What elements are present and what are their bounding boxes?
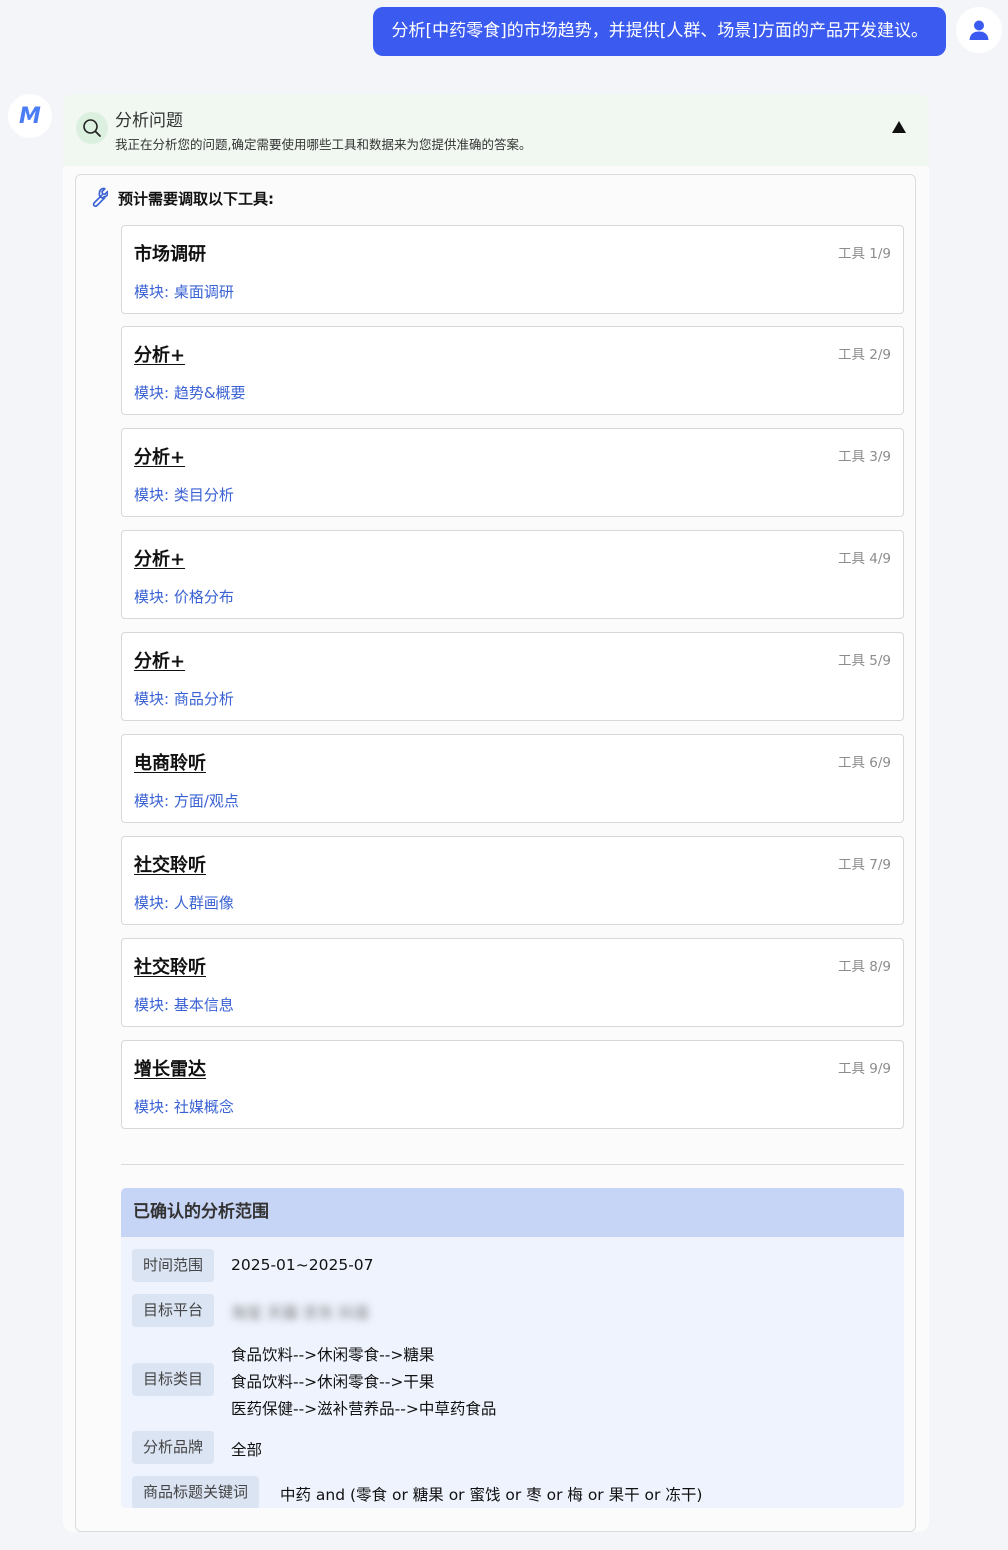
tool-card[interactable]: 增长雷达 模块: 社媒概念 工具 9/9 <box>121 1040 904 1129</box>
tool-index: 工具 6/9 <box>837 755 891 771</box>
time-range-value: 2025-01~2025-07 <box>231 1256 374 1274</box>
tool-index: 工具 8/9 <box>837 959 891 975</box>
assistant-avatar: M <box>8 94 52 138</box>
category-value: 食品饮料-->休闲零食-->干果 <box>231 1373 435 1391</box>
keyword-value: 中药 and (零食 or 糖果 or 蜜饯 or 枣 or 梅 or 果干 o… <box>280 1486 703 1504</box>
tool-card[interactable]: 电商聆听 模块: 方面/观点 工具 6/9 <box>121 734 904 823</box>
tool-index: 工具 1/9 <box>837 246 891 262</box>
tools-panel: 预计需要调取以下工具: 市场调研 模块: 桌面调研 工具 1/9 分析+ 模块:… <box>75 174 916 1532</box>
tool-module: 模块: 商品分析 <box>134 690 234 708</box>
user-message-bubble: 分析[中药零食]的市场趋势，并提供[人群、场景]方面的产品开发建议。 <box>373 7 946 56</box>
user-avatar[interactable] <box>956 7 1002 53</box>
wrench-icon <box>92 187 108 207</box>
category-value: 食品饮料-->休闲零食-->糖果 <box>231 1346 435 1364</box>
analysis-subtitle: 我正在分析您的问题,确定需要使用哪些工具和数据来为您提供准确的答案。 <box>115 137 532 152</box>
tool-name[interactable]: 分析+ <box>134 341 185 367</box>
user-icon <box>969 20 989 40</box>
tool-name[interactable]: 社交聆听 <box>134 953 206 979</box>
scope-title: 已确认的分析范围 <box>121 1188 904 1237</box>
tool-name[interactable]: 分析+ <box>134 647 185 673</box>
tool-index: 工具 4/9 <box>837 551 891 567</box>
tool-module: 模块: 基本信息 <box>134 996 234 1014</box>
keyword-label: 商品标题关键词 <box>132 1476 260 1508</box>
confirmed-scope: 已确认的分析范围 时间范围 2025-01~2025-07 目标平台 淘宝 天猫… <box>121 1188 904 1508</box>
tool-card[interactable]: 社交聆听 模块: 基本信息 工具 8/9 <box>121 938 904 1027</box>
brand-value: 全部 <box>231 1441 263 1459</box>
search-icon <box>83 119 101 137</box>
tool-name[interactable]: 社交聆听 <box>134 851 206 877</box>
tool-card[interactable]: 市场调研 模块: 桌面调研 工具 1/9 <box>121 225 904 314</box>
tool-index: 工具 2/9 <box>837 347 891 363</box>
analysis-title: 分析问题 <box>115 111 183 131</box>
tool-module: 模块: 社媒概念 <box>134 1098 234 1116</box>
tool-name[interactable]: 分析+ <box>134 545 185 571</box>
tool-module: 模块: 方面/观点 <box>134 792 239 810</box>
user-message-row: 分析[中药零食]的市场趋势，并提供[人群、场景]方面的产品开发建议。 <box>0 7 1008 57</box>
analysis-card: 分析问题 我正在分析您的问题,确定需要使用哪些工具和数据来为您提供准确的答案。 … <box>63 94 929 1532</box>
brand-label: 分析品牌 <box>132 1431 215 1464</box>
tool-index: 工具 9/9 <box>837 1061 891 1077</box>
tool-card[interactable]: 分析+ 模块: 趋势&概要 工具 2/9 <box>121 326 904 415</box>
tools-label: 预计需要调取以下工具: <box>118 189 274 208</box>
platform-label: 目标平台 <box>132 1294 215 1327</box>
tool-name[interactable]: 分析+ <box>134 443 185 469</box>
tool-name: 市场调研 <box>134 244 206 265</box>
collapse-arrow-icon[interactable] <box>891 120 907 134</box>
tool-module: 模块: 类目分析 <box>134 486 234 504</box>
tool-card[interactable]: 分析+ 模块: 商品分析 工具 5/9 <box>121 632 904 721</box>
tool-index: 工具 7/9 <box>837 857 891 873</box>
tool-module: 模块: 桌面调研 <box>134 283 234 301</box>
tool-name[interactable]: 电商聆听 <box>134 749 206 775</box>
tool-index: 工具 3/9 <box>837 449 891 465</box>
tool-card[interactable]: 社交聆听 模块: 人群画像 工具 7/9 <box>121 836 904 925</box>
tool-card[interactable]: 分析+ 模块: 类目分析 工具 3/9 <box>121 428 904 517</box>
divider <box>121 1164 904 1165</box>
platform-value: 淘宝 天猫 京东 抖音 <box>231 1304 370 1322</box>
tools-heading: 预计需要调取以下工具: <box>86 187 274 209</box>
tool-module: 模块: 趋势&概要 <box>134 384 246 402</box>
tool-card[interactable]: 分析+ 模块: 价格分布 工具 4/9 <box>121 530 904 619</box>
time-range-label: 时间范围 <box>132 1249 215 1282</box>
tool-name[interactable]: 增长雷达 <box>134 1055 206 1081</box>
analysis-header[interactable]: 分析问题 我正在分析您的问题,确定需要使用哪些工具和数据来为您提供准确的答案。 <box>63 94 929 166</box>
category-value: 医药保健-->滋补营养品-->中草药食品 <box>231 1400 497 1418</box>
category-label: 目标类目 <box>132 1363 215 1396</box>
search-icon-wrap <box>76 112 108 144</box>
tool-module: 模块: 价格分布 <box>134 588 234 606</box>
tool-module: 模块: 人群画像 <box>134 894 234 912</box>
tool-index: 工具 5/9 <box>837 653 891 669</box>
